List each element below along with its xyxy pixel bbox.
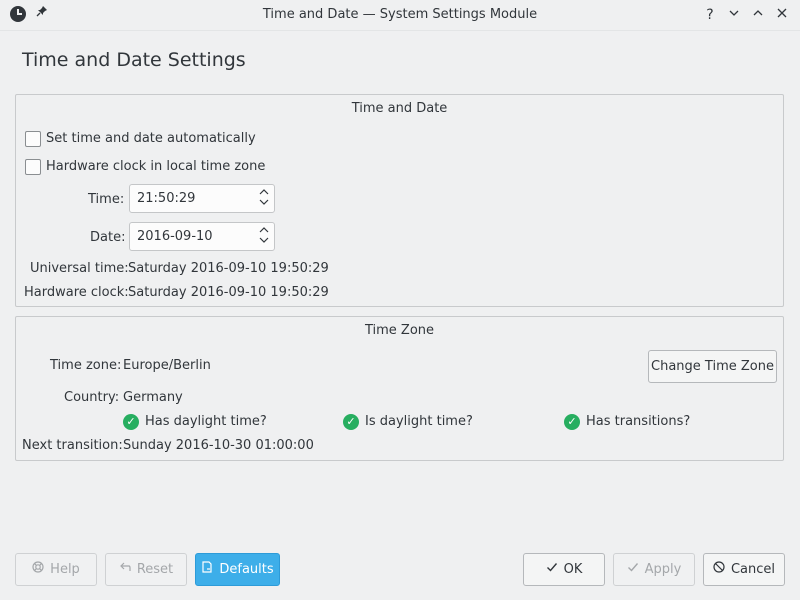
change-time-zone-button[interactable]: Change Time Zone xyxy=(648,350,777,383)
close-icon[interactable] xyxy=(772,5,792,25)
cancel-button-label: Cancel xyxy=(730,562,776,577)
spin-up-icon[interactable] xyxy=(258,226,270,236)
maximize-icon[interactable] xyxy=(748,5,768,25)
hwclock-local-label[interactable]: Hardware clock in local time zone xyxy=(46,159,265,174)
next-transition-value: Sunday 2016-10-30 01:00:00 xyxy=(123,438,314,453)
country-value: Germany xyxy=(123,390,183,405)
time-spinbox[interactable]: 21:50:29 xyxy=(129,184,275,213)
hardware-clock-label: Hardware clock: xyxy=(24,285,129,300)
checkmark-icon xyxy=(546,554,558,585)
time-zone-group: Time Zone Time zone: Europe/Berlin Chang… xyxy=(15,316,784,461)
auto-time-checkbox[interactable] xyxy=(25,131,41,147)
reset-button[interactable]: Reset xyxy=(105,553,187,586)
help-button-label: Help xyxy=(50,562,80,577)
time-zone-value: Europe/Berlin xyxy=(123,358,211,373)
has-daylight-label: Has daylight time? xyxy=(145,414,267,429)
universal-time-label: Universal time: xyxy=(30,261,129,276)
spin-up-icon[interactable] xyxy=(258,188,270,198)
group-title: Time and Date xyxy=(351,101,448,116)
time-and-date-group: Time and Date Set time and date automati… xyxy=(15,94,784,307)
check-icon: ✓ xyxy=(123,414,139,430)
date-spinbox[interactable]: 2016-09-10 xyxy=(129,222,275,251)
minimize-icon[interactable] xyxy=(724,5,744,25)
universal-time-value: Saturday 2016-09-10 19:50:29 xyxy=(128,261,329,276)
is-daylight-label: Is daylight time? xyxy=(365,414,473,429)
page-title: Time and Date Settings xyxy=(22,49,246,71)
hwclock-local-checkbox[interactable] xyxy=(25,159,41,175)
spin-down-icon[interactable] xyxy=(258,237,270,247)
auto-time-label[interactable]: Set time and date automatically xyxy=(46,131,256,146)
checkmark-icon xyxy=(627,554,639,585)
undo-icon xyxy=(119,554,131,585)
spin-down-icon[interactable] xyxy=(258,199,270,209)
date-label: Date: xyxy=(90,230,126,245)
defaults-button[interactable]: Defaults xyxy=(195,553,280,586)
apply-button[interactable]: Apply xyxy=(613,553,695,586)
hardware-clock-value: Saturday 2016-09-10 19:50:29 xyxy=(128,285,329,300)
ok-button-label: OK xyxy=(563,562,583,577)
defaults-button-label: Defaults xyxy=(219,562,274,577)
time-label: Time: xyxy=(88,192,125,207)
cancel-button[interactable]: Cancel xyxy=(703,553,785,586)
time-value[interactable]: 21:50:29 xyxy=(137,191,195,206)
check-icon: ✓ xyxy=(564,414,580,430)
help-icon[interactable]: ? xyxy=(700,5,720,25)
window-title: Time and Date — System Settings Module xyxy=(262,7,538,22)
cancel-icon xyxy=(713,554,725,585)
ok-button[interactable]: OK xyxy=(523,553,605,586)
group-title: Time Zone xyxy=(364,323,435,338)
next-transition-label: Next transition: xyxy=(22,438,123,453)
has-transitions-label: Has transitions? xyxy=(586,414,691,429)
document-icon xyxy=(201,554,213,585)
lifebuoy-icon xyxy=(32,554,44,585)
check-icon: ✓ xyxy=(343,414,359,430)
date-value[interactable]: 2016-09-10 xyxy=(137,229,213,244)
time-zone-label: Time zone: xyxy=(50,358,122,373)
apply-button-label: Apply xyxy=(644,562,682,577)
country-label: Country: xyxy=(64,390,120,405)
reset-button-label: Reset xyxy=(136,562,174,577)
help-button[interactable]: Help xyxy=(15,553,97,586)
title-bar: Time and Date — System Settings Module ? xyxy=(0,0,800,31)
settings-window: Time and Date — System Settings Module ?… xyxy=(0,0,800,600)
